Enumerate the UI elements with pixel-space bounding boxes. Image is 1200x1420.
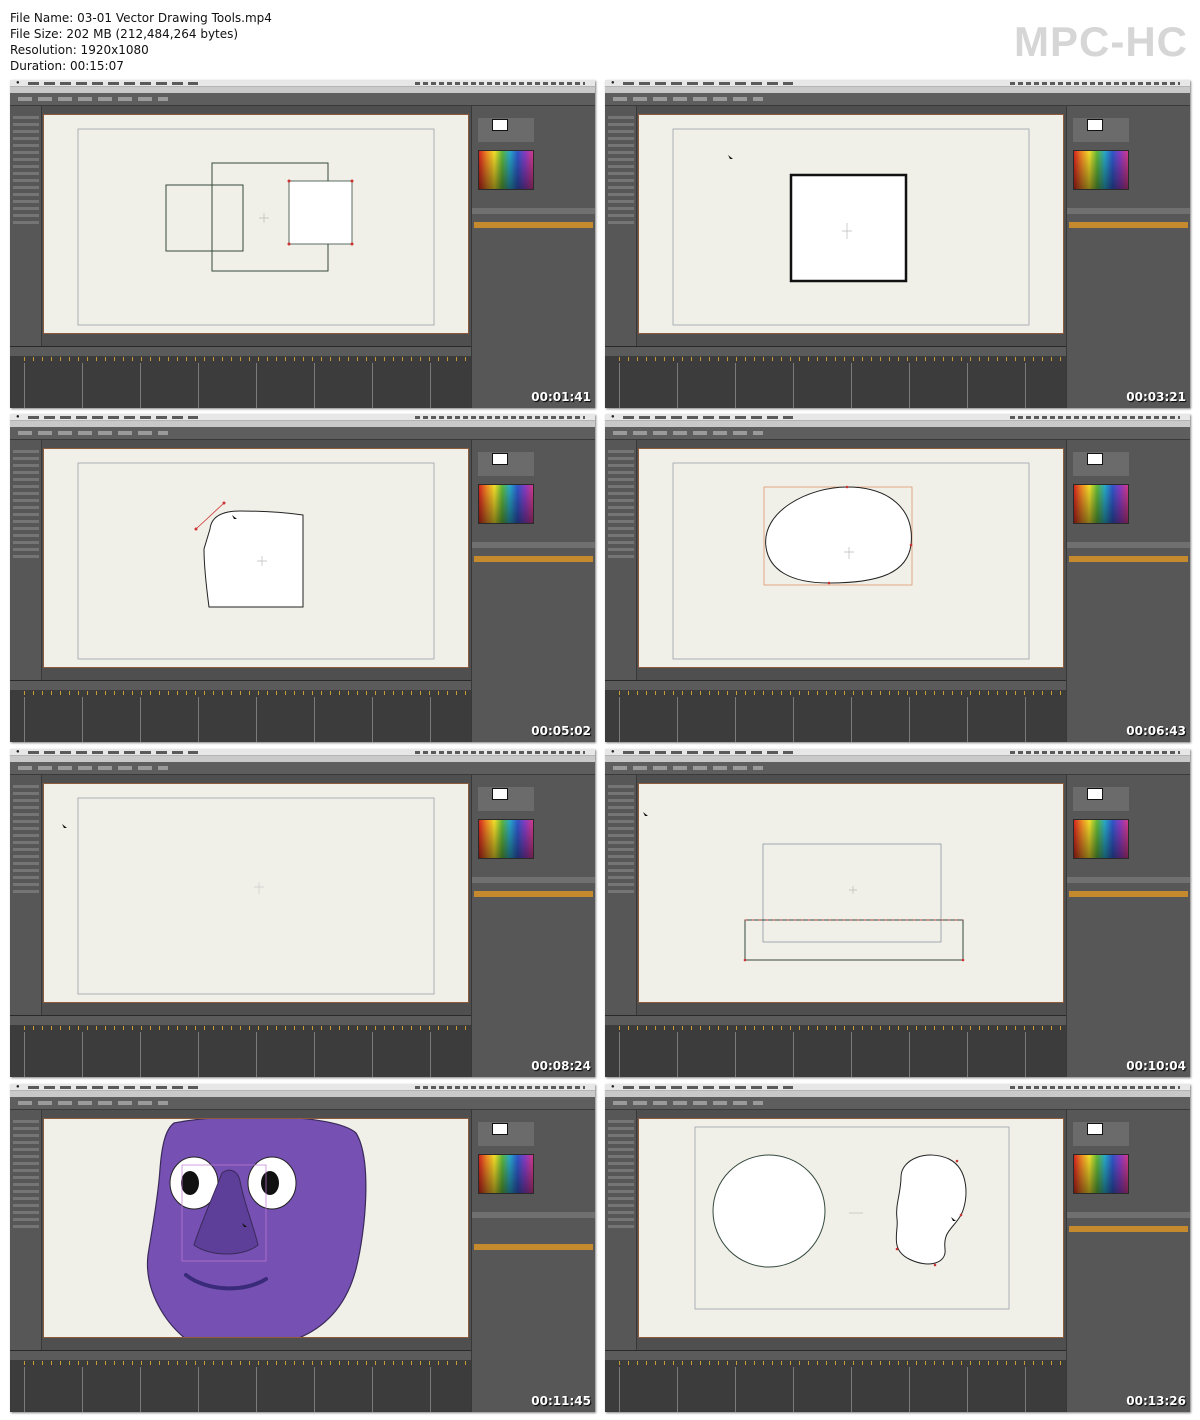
file-info: File Name: 03-01 Vector Drawing Tools.mp… (10, 10, 272, 74)
timestamp: 00:10:04 (1126, 1059, 1186, 1073)
thumbnail-5[interactable]: ● 00:08:24 (10, 749, 595, 1077)
mac-menubar: ● (10, 1084, 595, 1091)
duration: Duration: 00:15:07 (10, 59, 124, 73)
right-panels (471, 775, 595, 1077)
thumbnail-7[interactable]: ● 00:11:45 (10, 1084, 595, 1412)
apple-icon: ● (16, 749, 20, 755)
apple-icon: ● (611, 749, 615, 755)
tool-options-bar (10, 93, 595, 106)
right-panels (471, 1110, 595, 1412)
drawing-canvas[interactable] (43, 448, 469, 668)
timeline[interactable] (605, 1015, 1066, 1077)
circle-shape (712, 1154, 826, 1268)
thumbnail-2[interactable]: ● 00:03:21 (605, 80, 1190, 408)
mac-menubar: ● (605, 414, 1190, 421)
timeline[interactable] (605, 346, 1066, 408)
cursor-icon (62, 824, 67, 828)
right-panels (1066, 1110, 1190, 1412)
timeline[interactable] (10, 1350, 471, 1412)
mac-menubar: ● (10, 749, 595, 756)
ear-shape (895, 1154, 967, 1265)
thumbnail-6[interactable]: ● 00:10:04 (605, 749, 1190, 1077)
thumbnail-4[interactable]: ● 00:06:43 (605, 414, 1190, 742)
tools-panel (605, 775, 637, 1015)
drawing-canvas[interactable] (638, 448, 1064, 668)
right-panels (1066, 440, 1190, 742)
timestamp: 00:06:43 (1126, 724, 1186, 738)
tools-panel (10, 440, 42, 680)
timestamp: 00:11:45 (531, 1394, 591, 1408)
tools-panel (10, 106, 42, 346)
tools-panel (10, 1110, 42, 1350)
tools-panel (605, 106, 637, 346)
thumbnail-8[interactable]: ● 00:13:26 (605, 1084, 1190, 1412)
tool-options-bar (10, 427, 595, 440)
mac-menubar: ● (605, 80, 1190, 87)
cursor-icon (643, 812, 648, 816)
mac-menubar: ● (10, 80, 595, 87)
drawing-canvas[interactable] (43, 783, 469, 1003)
file-size: File Size: 202 MB (212,484,264 bytes) (10, 27, 239, 41)
apple-icon: ● (611, 414, 615, 420)
cursor-icon (728, 155, 733, 159)
timestamp: 00:03:21 (1126, 390, 1186, 404)
apple-icon: ● (611, 1084, 615, 1090)
thumbnail-3[interactable]: ● 00:05:02 (10, 414, 595, 742)
resolution: Resolution: 1920x1080 (10, 43, 149, 57)
timeline[interactable] (10, 680, 471, 742)
apple-icon: ● (16, 80, 20, 86)
tool-options-bar (605, 427, 1190, 440)
tool-options-bar (10, 1097, 595, 1110)
timestamp: 00:01:41 (531, 390, 591, 404)
apple-icon: ● (16, 1084, 20, 1090)
timestamp: 00:08:24 (531, 1059, 591, 1073)
drawing-canvas[interactable] (638, 114, 1064, 334)
mac-menubar: ● (605, 1084, 1190, 1091)
mac-menubar: ● (605, 749, 1190, 756)
right-panels (1066, 775, 1190, 1077)
file-name: File Name: 03-01 Vector Drawing Tools.mp… (10, 11, 272, 25)
tools-panel (605, 1110, 637, 1350)
timeline[interactable] (10, 346, 471, 408)
mac-menubar: ● (10, 414, 595, 421)
drawing-canvas[interactable] (43, 114, 469, 334)
apple-icon: ● (611, 80, 615, 86)
drawing-canvas[interactable] (638, 783, 1064, 1003)
timeline[interactable] (605, 1350, 1066, 1412)
apple-icon: ● (16, 414, 20, 420)
drawing-canvas[interactable] (638, 1118, 1064, 1338)
player-logo: MPC-HC (1014, 18, 1188, 65)
right-panels (471, 440, 595, 742)
tool-options-bar (605, 762, 1190, 775)
drawing-canvas[interactable] (43, 1118, 469, 1338)
right-panels (471, 106, 595, 408)
tool-options-bar (10, 762, 595, 775)
right-panels (1066, 106, 1190, 408)
timestamp: 00:13:26 (1126, 1394, 1186, 1408)
timestamp: 00:05:02 (531, 724, 591, 738)
tool-options-bar (605, 1097, 1190, 1110)
tool-options-bar (605, 93, 1190, 106)
thumbnail-1[interactable]: ● 00:01:41 (10, 80, 595, 408)
tools-panel (10, 775, 42, 1015)
tools-panel (605, 440, 637, 680)
timeline[interactable] (605, 680, 1066, 742)
timeline[interactable] (10, 1015, 471, 1077)
purple-face (146, 1119, 367, 1337)
